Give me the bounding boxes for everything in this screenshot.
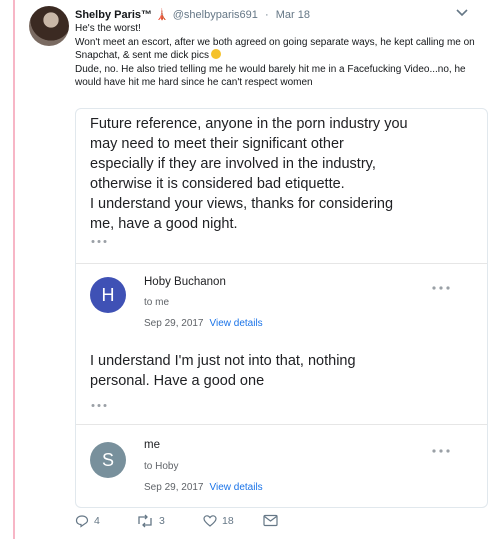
tweet-date[interactable]: Mar 18	[276, 9, 310, 21]
like-button[interactable]: 18	[203, 514, 234, 528]
sender-name: Hoby Buchanon	[144, 276, 226, 288]
separator-dot: ·	[264, 9, 269, 21]
sender-avatar: S	[90, 442, 126, 478]
email-screenshot[interactable]: Future reference, anyone in the porn ind…	[75, 108, 488, 508]
more-options-icon[interactable]	[431, 285, 451, 291]
recipient-label: to me	[144, 297, 170, 308]
avatar[interactable]	[29, 6, 69, 46]
tweet-line-wrap: Won't meet an escort, after we both agre…	[75, 36, 490, 62]
tweet-line: Dude, no. He also tried telling me he wo…	[75, 64, 466, 88]
retweet-button[interactable]: 3	[136, 514, 165, 528]
message-date: Sep 29, 2017	[144, 482, 204, 493]
tweet-text: He's the worst! Won't meet an escort, af…	[75, 22, 490, 90]
message-date-row: Sep 29, 2017 View details	[144, 318, 263, 329]
sender-name: me	[144, 439, 160, 451]
retweet-count: 3	[159, 515, 165, 527]
quoted-email-text: Future reference, anyone in the porn ind…	[90, 116, 408, 232]
message-date-row: Sep 29, 2017 View details	[144, 482, 263, 493]
message-date: Sep 29, 2017	[144, 318, 204, 329]
reply-count: 4	[94, 515, 100, 527]
message-body: I understand I'm just not into that, not…	[90, 353, 356, 389]
author-name[interactable]: Shelby Paris™	[75, 9, 152, 21]
tweet-line: Won't meet an escort, after we both agre…	[75, 37, 475, 61]
recipient-label: to Hoby	[144, 461, 179, 472]
eiffel-tower-icon: 🗼	[155, 9, 169, 21]
author-handle[interactable]: @shelbyparis691	[173, 9, 258, 21]
view-details-link[interactable]: View details	[210, 482, 263, 493]
sender-avatar: H	[90, 277, 126, 313]
retweet-icon	[138, 514, 152, 528]
tweet-line: He's the worst!	[75, 23, 141, 34]
heart-icon	[203, 515, 217, 527]
expressionless-face-emoji	[210, 49, 221, 59]
reply-button[interactable]: 4	[75, 514, 100, 528]
ellipsis-icon	[91, 404, 107, 407]
more-options-icon[interactable]	[431, 448, 451, 454]
thread-line	[13, 0, 15, 539]
view-details-link[interactable]: View details	[210, 318, 263, 329]
direct-message-button[interactable]	[263, 514, 283, 527]
chevron-down-icon[interactable]	[455, 8, 469, 18]
ellipsis-icon	[91, 240, 107, 243]
envelope-icon	[263, 514, 278, 527]
like-count: 18	[222, 515, 234, 527]
reply-icon	[75, 515, 89, 528]
divider	[76, 263, 487, 264]
divider	[76, 424, 487, 425]
tweet-header: Shelby Paris™ 🗼 @shelbyparis691 · Mar 18	[75, 8, 310, 22]
